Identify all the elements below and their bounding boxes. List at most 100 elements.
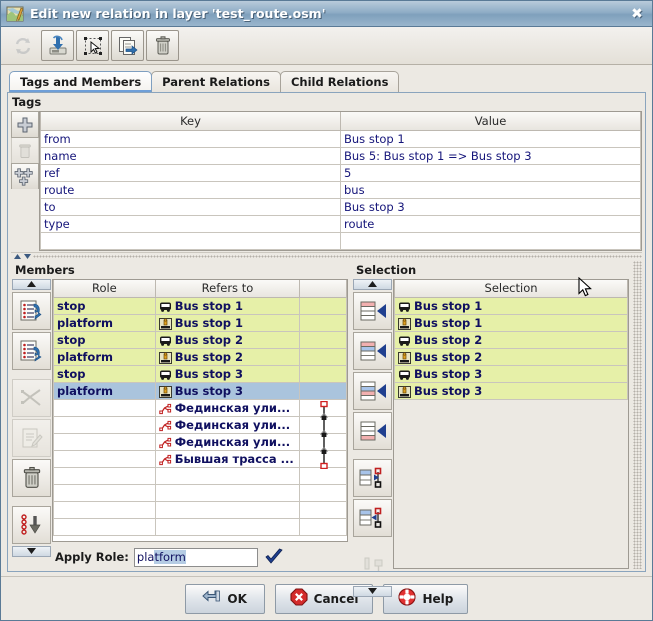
tag-value[interactable]: route — [341, 215, 641, 232]
tab-tags-and-members[interactable]: Tags and Members — [9, 71, 152, 92]
apply-role-input[interactable]: platform — [134, 548, 258, 567]
table-row[interactable]: stopBus stop 1 — [54, 298, 347, 315]
table-row[interactable]: stopBus stop 3 — [54, 366, 347, 383]
member-role[interactable]: stop — [54, 298, 156, 315]
table-row[interactable]: platformBus stop 3 — [54, 383, 347, 400]
tag-key[interactable] — [41, 232, 341, 249]
tag-value[interactable]: Bus 5: Bus stop 1 => Bus stop 3 — [341, 147, 641, 164]
member-role[interactable] — [54, 400, 156, 417]
selection-entry[interactable]: Bus stop 3 — [395, 366, 628, 383]
add-selection-before-button[interactable] — [353, 332, 392, 370]
tag-key[interactable]: to — [41, 198, 341, 215]
member-refers-to[interactable]: Bus stop 1 — [155, 315, 299, 332]
delete-tag-button[interactable] — [11, 137, 39, 164]
tag-value[interactable] — [341, 232, 641, 249]
table-row[interactable]: ref 5 — [41, 164, 641, 181]
member-refers-to[interactable]: Bus stop 2 — [155, 349, 299, 366]
move-down-members-button[interactable] — [12, 332, 51, 370]
add-selection-top-button[interactable] — [353, 292, 392, 330]
selection-scroll-up-button[interactable] — [353, 279, 392, 290]
add-tag-button[interactable] — [11, 111, 39, 138]
select-members-in-map-button[interactable] — [353, 459, 392, 497]
selection-entry[interactable]: Bus stop 1 — [395, 315, 628, 332]
selection-entry[interactable]: Bus stop 3 — [395, 383, 628, 400]
table-row[interactable] — [41, 232, 641, 249]
member-role[interactable]: platform — [54, 349, 156, 366]
member-refers-to[interactable]: Bus stop 1 — [155, 298, 299, 315]
tag-key[interactable]: from — [41, 130, 341, 147]
select-map-in-members-button[interactable] — [353, 499, 392, 537]
table-row[interactable]: Бывшая трасса ... — [54, 451, 347, 468]
apply-role-check-icon[interactable] — [263, 547, 285, 567]
content-scroll-strip[interactable] — [633, 261, 642, 570]
table-row[interactable]: Фединская ули... — [54, 434, 347, 451]
member-refers-to[interactable]: Bus stop 3 — [155, 383, 299, 400]
tag-key[interactable]: ref — [41, 164, 341, 181]
tags-table[interactable]: Key Value from Bus stop 1 name Bus 5: Bu… — [39, 111, 642, 251]
edit-member-button[interactable] — [12, 419, 51, 457]
member-refers-to[interactable]: Фединская ули... — [155, 417, 299, 434]
download-incomplete-button[interactable] — [12, 506, 51, 544]
list-item[interactable]: Bus stop 1 — [395, 298, 628, 315]
table-row[interactable]: route bus — [41, 181, 641, 198]
table-row[interactable]: from Bus stop 1 — [41, 130, 641, 147]
refresh-button[interactable] — [6, 30, 39, 61]
tag-key[interactable]: name — [41, 147, 341, 164]
selection-entry[interactable]: Bus stop 1 — [395, 298, 628, 315]
selection-scroll-down-button[interactable] — [353, 586, 392, 597]
member-role[interactable] — [54, 434, 156, 451]
add-selection-bottom-button[interactable] — [353, 412, 392, 450]
table-row[interactable]: platformBus stop 2 — [54, 349, 347, 366]
member-refers-to[interactable]: Фединская ули... — [155, 434, 299, 451]
members-table[interactable]: Role Refers to stopBus stop 1platformBus… — [52, 279, 348, 543]
sort-members-button[interactable] — [12, 379, 51, 417]
list-item[interactable]: Bus stop 2 — [395, 332, 628, 349]
tag-key[interactable]: type — [41, 215, 341, 232]
table-row[interactable]: type route — [41, 215, 641, 232]
tag-value[interactable]: Bus stop 1 — [341, 130, 641, 147]
add-multiple-tags-button[interactable] — [11, 163, 39, 190]
move-up-members-button[interactable] — [12, 292, 51, 330]
member-role[interactable] — [54, 451, 156, 468]
table-row[interactable]: stopBus stop 2 — [54, 332, 347, 349]
list-item[interactable]: Bus stop 2 — [395, 349, 628, 366]
download-selection-button[interactable] — [353, 546, 392, 584]
tag-value[interactable]: bus — [341, 181, 641, 198]
tag-value[interactable]: Bus stop 3 — [341, 198, 641, 215]
panel-splitter[interactable] — [11, 252, 642, 261]
selection-table[interactable]: Selection Bus stop 1Bus stop 1Bus stop 2… — [393, 279, 629, 570]
duplicate-relation-button[interactable] — [111, 30, 144, 61]
help-button[interactable]: Help — [383, 584, 468, 614]
delete-relation-button[interactable] — [146, 30, 179, 61]
add-selection-after-button[interactable] — [353, 372, 392, 410]
table-row[interactable]: platformBus stop 1 — [54, 315, 347, 332]
member-role[interactable] — [54, 417, 156, 434]
tag-key[interactable]: route — [41, 181, 341, 198]
member-role[interactable]: platform — [54, 383, 156, 400]
member-role[interactable]: platform — [54, 315, 156, 332]
member-role[interactable]: stop — [54, 332, 156, 349]
table-row[interactable]: Фединская ули... — [54, 400, 347, 417]
download-members-button[interactable] — [41, 30, 74, 61]
member-refers-to[interactable]: Бывшая трасса ... — [155, 451, 299, 468]
selection-entry[interactable]: Bus stop 2 — [395, 332, 628, 349]
table-row[interactable]: name Bus 5: Bus stop 1 => Bus stop 3 — [41, 147, 641, 164]
tab-parent-relations[interactable]: Parent Relations — [151, 71, 281, 92]
member-refers-to[interactable]: Bus stop 2 — [155, 332, 299, 349]
list-item[interactable]: Bus stop 3 — [395, 366, 628, 383]
member-role[interactable]: stop — [54, 366, 156, 383]
close-icon[interactable]: ✖ — [628, 5, 646, 23]
tag-value[interactable]: 5 — [341, 164, 641, 181]
selection-entry[interactable]: Bus stop 2 — [395, 349, 628, 366]
table-row[interactable]: to Bus stop 3 — [41, 198, 641, 215]
ok-button[interactable]: OK — [185, 584, 265, 614]
list-item[interactable]: Bus stop 3 — [395, 383, 628, 400]
list-item[interactable]: Bus stop 1 — [395, 315, 628, 332]
table-row[interactable]: Фединская ули... — [54, 417, 347, 434]
select-members-button[interactable] — [76, 30, 109, 61]
members-scroll-up-button[interactable] — [12, 279, 51, 290]
tab-child-relations[interactable]: Child Relations — [280, 71, 399, 92]
member-refers-to[interactable]: Фединская ули... — [155, 400, 299, 417]
member-refers-to[interactable]: Bus stop 3 — [155, 366, 299, 383]
remove-member-button[interactable] — [12, 459, 51, 497]
